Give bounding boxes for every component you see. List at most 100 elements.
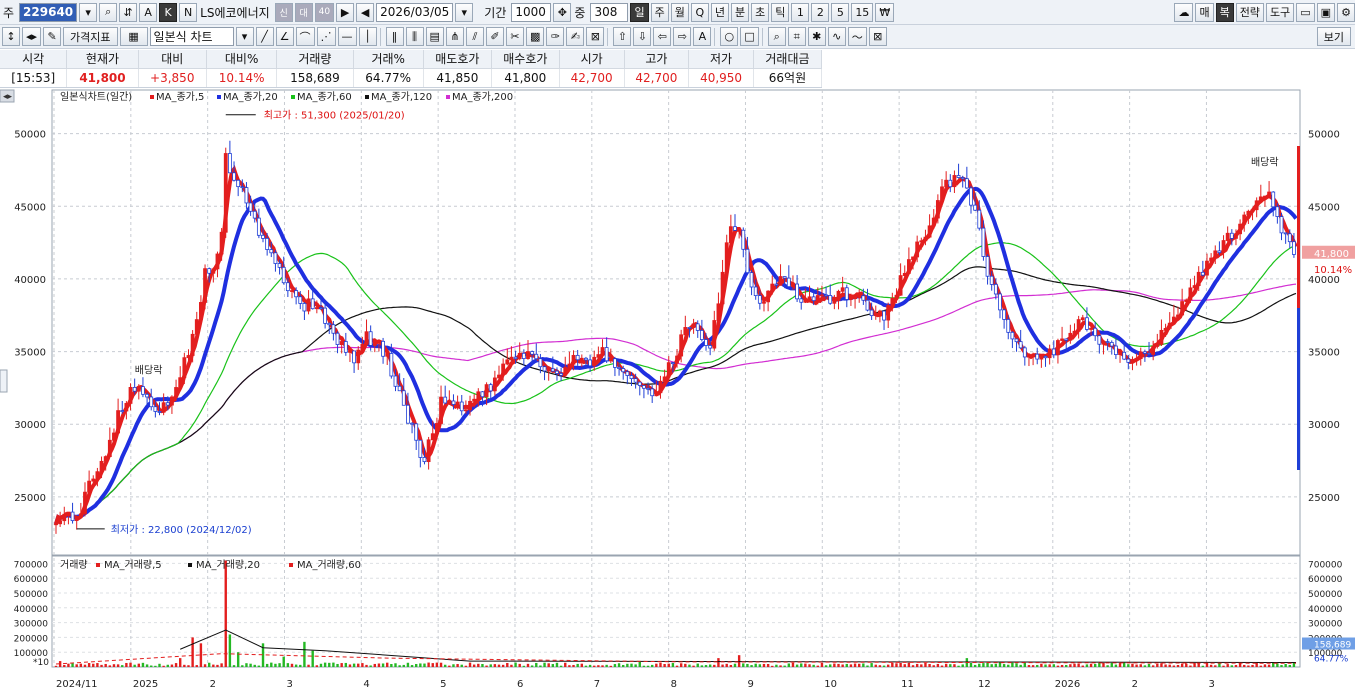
magic-tool-icon[interactable]: ✱: [807, 27, 826, 46]
volume-bar: [158, 663, 161, 667]
chart-type-dropdown-icon[interactable]: ▾: [235, 27, 254, 46]
tf-day[interactable]: 일: [630, 2, 649, 22]
brush-tool-icon[interactable]: ✑: [546, 27, 565, 46]
candle-body: [546, 368, 551, 372]
buy-sell-button[interactable]: 매: [1195, 2, 1214, 22]
count-input[interactable]: 308: [590, 2, 629, 22]
arc-tool-icon[interactable]: ⌒: [295, 27, 315, 46]
arrow-up-icon[interactable]: ⇧: [613, 27, 632, 46]
vline-tool-icon[interactable]: │: [358, 27, 377, 46]
rect-tool-icon[interactable]: □: [740, 27, 759, 46]
date-dropdown-icon[interactable]: ▾: [455, 2, 474, 22]
side-collapse-handle[interactable]: [0, 369, 8, 393]
date-input[interactable]: 2026/03/05: [376, 2, 454, 22]
next-arrow-icon[interactable]: ▶: [336, 2, 355, 22]
search-icon[interactable]: ⌕: [99, 2, 118, 22]
volume-bar: [874, 664, 877, 667]
tf-15[interactable]: 15: [851, 2, 874, 22]
candle-body: [174, 387, 178, 398]
tf-tick[interactable]: 틱: [771, 2, 790, 22]
opt-a-button[interactable]: A: [139, 2, 158, 22]
delete-tool-icon[interactable]: ⊠: [586, 27, 605, 46]
code-dropdown-button[interactable]: ▾: [79, 2, 98, 22]
price-chart-area[interactable]: 25000 25000 30000 30000 35000 35000 40000 40000…: [0, 88, 1355, 694]
line-tool-icon[interactable]: ╱: [255, 27, 274, 46]
volume-bar: [448, 665, 451, 667]
zoom-tool-icon[interactable]: ⌕: [767, 27, 786, 46]
candle-body: [886, 305, 891, 321]
volume-bar: [1048, 664, 1051, 667]
angle-tool-icon[interactable]: ∠: [275, 27, 294, 46]
q-amount: 66억원: [753, 68, 823, 87]
arrow-right-icon[interactable]: ⇨: [673, 27, 692, 46]
tf-week[interactable]: 주: [650, 2, 669, 22]
arrow-left-icon[interactable]: ⇦: [653, 27, 672, 46]
tf-quarter[interactable]: Q: [690, 2, 709, 22]
volume-bar: [816, 665, 820, 667]
color-tool-icon[interactable]: ▩: [525, 27, 545, 46]
tf-minute[interactable]: 분: [730, 2, 750, 22]
andrews-tool-icon[interactable]: ⋔: [445, 27, 464, 46]
candle-body: [1246, 210, 1251, 216]
tf-year[interactable]: 년: [710, 2, 729, 22]
fibo-tool-icon[interactable]: ‖: [385, 27, 404, 46]
candle-body: [1027, 355, 1031, 358]
tf-5[interactable]: 5: [831, 2, 850, 22]
save-icon[interactable]: ▣: [1316, 2, 1335, 22]
stock-code-input[interactable]: 229640: [19, 2, 78, 22]
view-button[interactable]: 보기: [1316, 27, 1351, 46]
note-tool-icon[interactable]: ✍: [566, 27, 585, 46]
period-input[interactable]: 1000: [511, 2, 552, 22]
current-volume-pct-text: 64.77%: [1314, 655, 1349, 665]
vol-tick-right: 600000: [1308, 575, 1343, 585]
volume-bar: [518, 663, 521, 667]
candle-body: [708, 345, 713, 349]
cycle-tool-icon[interactable]: ⫼: [405, 27, 424, 46]
signal-tool-icon[interactable]: 〜: [847, 27, 867, 46]
cloud-icon[interactable]: ☁: [1174, 2, 1194, 22]
grid-icon[interactable]: ▦: [119, 27, 148, 46]
scroll-icon[interactable]: ✥: [553, 2, 572, 22]
tf-2[interactable]: 2: [811, 2, 830, 22]
opt-k-button[interactable]: K: [159, 2, 178, 22]
price-indicator-button[interactable]: 가격지표: [63, 27, 118, 46]
hline-tool-icon[interactable]: —: [337, 27, 357, 46]
left-right-icon[interactable]: ◂▸: [22, 27, 42, 46]
tf-second[interactable]: 초: [751, 2, 770, 22]
fan-tool-icon[interactable]: ⋰: [316, 27, 336, 46]
settings-icon[interactable]: ⚙: [1337, 2, 1355, 22]
eraser-tool-icon[interactable]: ✂: [505, 27, 524, 46]
gann-tool-icon[interactable]: ▤: [425, 27, 444, 46]
candle-body: [1010, 331, 1015, 340]
wave-tool-icon[interactable]: ∿: [827, 27, 846, 46]
strategy-button[interactable]: 전략: [1235, 2, 1264, 22]
volume-bar: [994, 663, 998, 667]
chart-type-select[interactable]: 일본식 차트: [149, 27, 234, 46]
pen-tool-icon[interactable]: ✐: [485, 27, 504, 46]
tf-won[interactable]: ₩: [875, 2, 895, 22]
text-tool-icon[interactable]: A: [693, 27, 712, 46]
x-tick-label: 12: [978, 679, 991, 690]
pattern-tool-icon[interactable]: ⌗: [787, 27, 806, 46]
prev-arrow-icon[interactable]: ◀: [356, 2, 375, 22]
tf-1[interactable]: 1: [791, 2, 810, 22]
tf-month[interactable]: 월: [670, 2, 689, 22]
opt-n-button[interactable]: N: [179, 2, 198, 22]
clear-all-icon[interactable]: ⊠: [868, 27, 887, 46]
edit-icon[interactable]: ✎: [43, 27, 62, 46]
folder-icon[interactable]: ▭: [1296, 2, 1315, 22]
legend-swatch-2: [291, 95, 295, 99]
up-down-icon[interactable]: ↕: [2, 27, 20, 46]
circle-tool-icon[interactable]: ○: [720, 27, 739, 46]
volume-bar: [1052, 664, 1055, 667]
arrow-down-icon[interactable]: ⇩: [633, 27, 652, 46]
channel-tool-icon[interactable]: ⫽: [465, 27, 484, 46]
tools-button[interactable]: 도구: [1265, 2, 1295, 22]
multi-button[interactable]: 복: [1215, 2, 1234, 22]
candle-body: [277, 263, 282, 268]
candle-body: [563, 366, 568, 376]
candle-body: [149, 396, 154, 408]
volume-bar: [766, 663, 770, 667]
sort-icon[interactable]: ⇵: [119, 2, 138, 22]
legend-label-1: MA_종가,20: [223, 91, 278, 103]
